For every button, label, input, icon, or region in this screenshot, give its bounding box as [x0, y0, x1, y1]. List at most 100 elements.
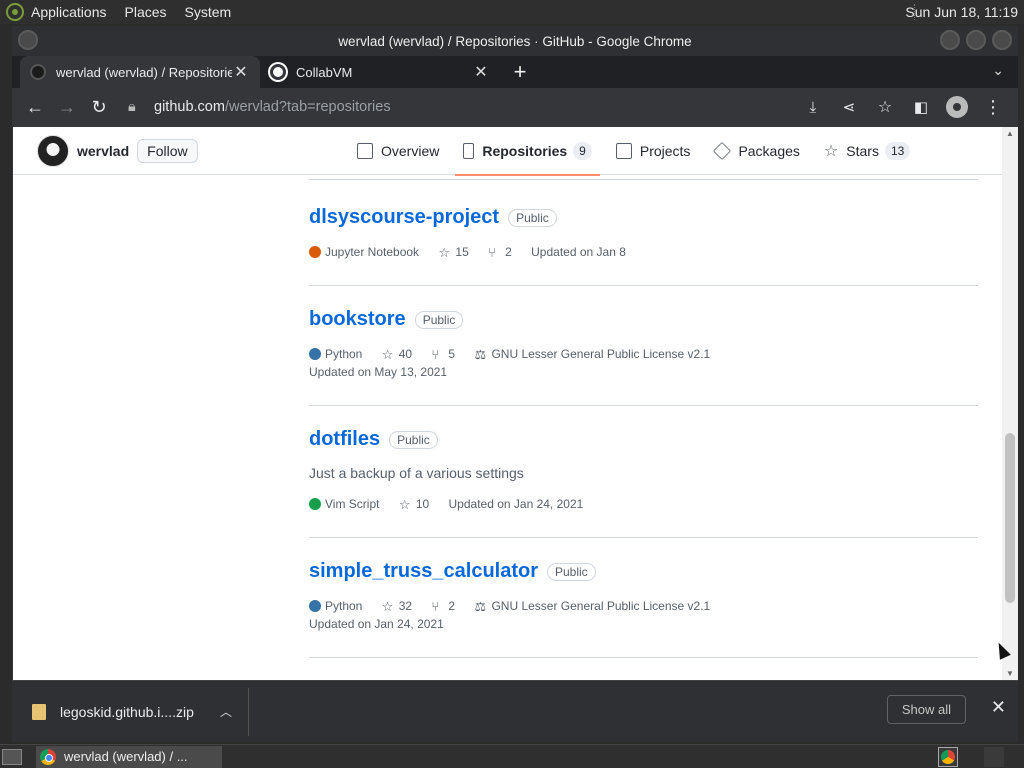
forward-button[interactable]: →: [52, 92, 82, 122]
tab-projects[interactable]: Projects: [608, 127, 699, 175]
tab-repositories[interactable]: Repositories 9: [455, 127, 600, 176]
repo-forks[interactable]: ⑂ 2: [488, 243, 512, 261]
panel-menu: Applications Places System: [31, 0, 249, 24]
browser-toolbar: ← → ↻ 🔒︎ github.com/wervlad?tab=reposito…: [12, 88, 1018, 126]
repo-description: Just a backup of a various settings: [309, 465, 524, 481]
repo-icon: [463, 143, 475, 159]
scroll-up-arrow-icon[interactable]: ▲: [1006, 129, 1014, 138]
close-icon[interactable]: ✕: [472, 62, 490, 82]
applications-menu[interactable]: Applications: [31, 4, 107, 20]
side-panel-icon[interactable]: ◧: [906, 92, 936, 122]
language-color-dot: [309, 348, 321, 360]
list-item: bookstore Public Python ☆ 40 ⑂ 5 ⚖ GNU Less…: [309, 286, 978, 406]
share-icon[interactable]: ⋖: [834, 92, 864, 122]
chrome-menu-button[interactable]: ⋮: [978, 92, 1008, 122]
repo-stars[interactable]: ☆ 32: [382, 597, 412, 615]
tab-title: wervlad (wervlad) / Repositories: [56, 64, 232, 80]
stars-count: 13: [884, 142, 911, 160]
repo-meta: Vim Script ☆ 10 Updated on Jan 24, 2021: [309, 495, 978, 513]
page-viewport[interactable]: wervlad Follow Overview Repositories 9 P…: [13, 127, 1002, 680]
fork-icon: ⑂: [431, 599, 440, 614]
distro-logo-icon[interactable]: [6, 3, 24, 21]
repo-language: Jupyter Notebook: [309, 243, 419, 261]
book-icon: [357, 143, 373, 159]
repo-stars[interactable]: ☆ 10: [399, 495, 429, 513]
maximize-button[interactable]: [966, 30, 986, 50]
window-menu-button[interactable]: [18, 30, 38, 50]
close-icon[interactable]: ✕: [232, 62, 250, 82]
fork-icon: ⑂: [431, 347, 440, 362]
download-item[interactable]: legoskid.github.i....zip ︿: [12, 687, 249, 736]
install-app-icon[interactable]: ⤓: [798, 92, 828, 122]
repo-language: Python: [309, 345, 362, 363]
top-panel: Applications Places System Sun Jun 18, 1…: [0, 0, 1024, 24]
tab-search-chevron-icon[interactable]: ⌄: [992, 62, 1004, 79]
table-icon: [615, 143, 632, 159]
repo-name-link[interactable]: dotfiles: [309, 428, 380, 451]
repo-meta: Python ☆ 40 ⑂ 5 ⚖ GNU Lesser General Public…: [309, 345, 799, 381]
chrome-icon: [40, 748, 56, 765]
close-icon[interactable]: ✕: [991, 697, 1006, 718]
repo-stars[interactable]: ☆ 40: [382, 345, 412, 363]
tab-github[interactable]: wervlad (wervlad) / Repositories ✕: [20, 56, 260, 88]
repositories-count: 9: [573, 142, 592, 160]
star-icon: ☆: [438, 245, 451, 260]
repo-name-link[interactable]: dlsyscourse-project: [309, 206, 499, 229]
list-item: dotfiles Public Just a backup of a vario…: [309, 406, 978, 538]
download-file-name: legoskid.github.i....zip: [60, 703, 194, 720]
tab-title: CollabVM: [296, 64, 353, 80]
lock-icon[interactable]: 🔒︎: [128, 99, 142, 115]
tab-strip: wervlad (wervlad) / Repositories ✕ Colla…: [12, 56, 1018, 88]
repo-updated: Updated on May 13, 2021: [309, 365, 448, 379]
window-title: wervlad (wervlad) / Repositories · GitHu…: [338, 33, 692, 49]
repo-updated: Updated on Jan 24, 2021: [448, 497, 584, 511]
scroll-down-arrow-icon[interactable]: ▼: [1006, 669, 1014, 678]
repo-name-link[interactable]: simple_truss_calculator: [309, 560, 538, 583]
visibility-badge: Public: [389, 430, 438, 449]
scrollbar-thumb[interactable]: [1005, 433, 1015, 603]
repo-forks[interactable]: ⑂ 2: [431, 597, 455, 615]
language-color-dot: [309, 600, 321, 612]
clock[interactable]: Sun Jun 18, 11:19: [905, 4, 1018, 20]
address-bar[interactable]: 🔒︎ github.com/wervlad?tab=repositories: [120, 92, 788, 122]
repo-name-link[interactable]: bookstore: [309, 308, 406, 331]
tab-label: Packages: [738, 143, 800, 159]
close-window-button[interactable]: [992, 30, 1012, 50]
places-menu[interactable]: Places: [125, 4, 167, 20]
tab-overview[interactable]: Overview: [349, 127, 447, 175]
back-button[interactable]: ←: [20, 92, 50, 122]
url-host: github.com: [154, 99, 225, 115]
workspace-switcher[interactable]: [984, 747, 1004, 767]
taskbar-chrome-window[interactable]: wervlad (wervlad) / ...: [36, 745, 222, 768]
url-path: /wervlad?tab=repositories: [224, 99, 391, 115]
system-menu[interactable]: System: [185, 4, 232, 20]
profile-button[interactable]: [942, 92, 972, 122]
tray-chrome-icon[interactable]: [938, 747, 958, 767]
bottom-taskbar: wervlad (wervlad) / ...: [0, 744, 1024, 768]
new-tab-button[interactable]: +: [504, 56, 536, 88]
tab-collabvm[interactable]: CollabVM ✕: [260, 56, 500, 88]
law-icon: ⚖: [474, 599, 487, 614]
tab-label: Projects: [639, 143, 691, 159]
window-titlebar[interactable]: wervlad (wervlad) / Repositories · GitHu…: [12, 26, 1018, 56]
minimize-button[interactable]: [940, 30, 960, 50]
repo-stars[interactable]: ☆ 15: [438, 243, 468, 261]
tab-stars[interactable]: ☆ Stars 13: [816, 127, 918, 175]
avatar[interactable]: [37, 135, 69, 167]
repo-meta: Jupyter Notebook ☆ 15 ⑂ 2 Updated on Jan 8: [309, 243, 978, 261]
star-icon: ☆: [398, 497, 411, 512]
bookmark-star-icon[interactable]: ☆: [870, 92, 900, 122]
collabvm-icon: [270, 64, 286, 80]
star-icon: ☆: [823, 143, 839, 160]
username[interactable]: wervlad: [77, 143, 129, 159]
page-scrollbar[interactable]: ▲ ▼: [1002, 127, 1018, 680]
reload-button[interactable]: ↻: [84, 92, 114, 122]
follow-button[interactable]: Follow: [137, 139, 198, 163]
show-all-button[interactable]: Show all: [886, 695, 966, 724]
visibility-badge: Public: [547, 562, 596, 581]
chevron-up-icon[interactable]: ︿: [220, 703, 232, 720]
tab-label: Overview: [381, 143, 440, 159]
tab-packages[interactable]: Packages: [706, 127, 807, 175]
show-desktop-button[interactable]: [2, 748, 22, 765]
repo-forks[interactable]: ⑂ 5: [431, 345, 455, 363]
